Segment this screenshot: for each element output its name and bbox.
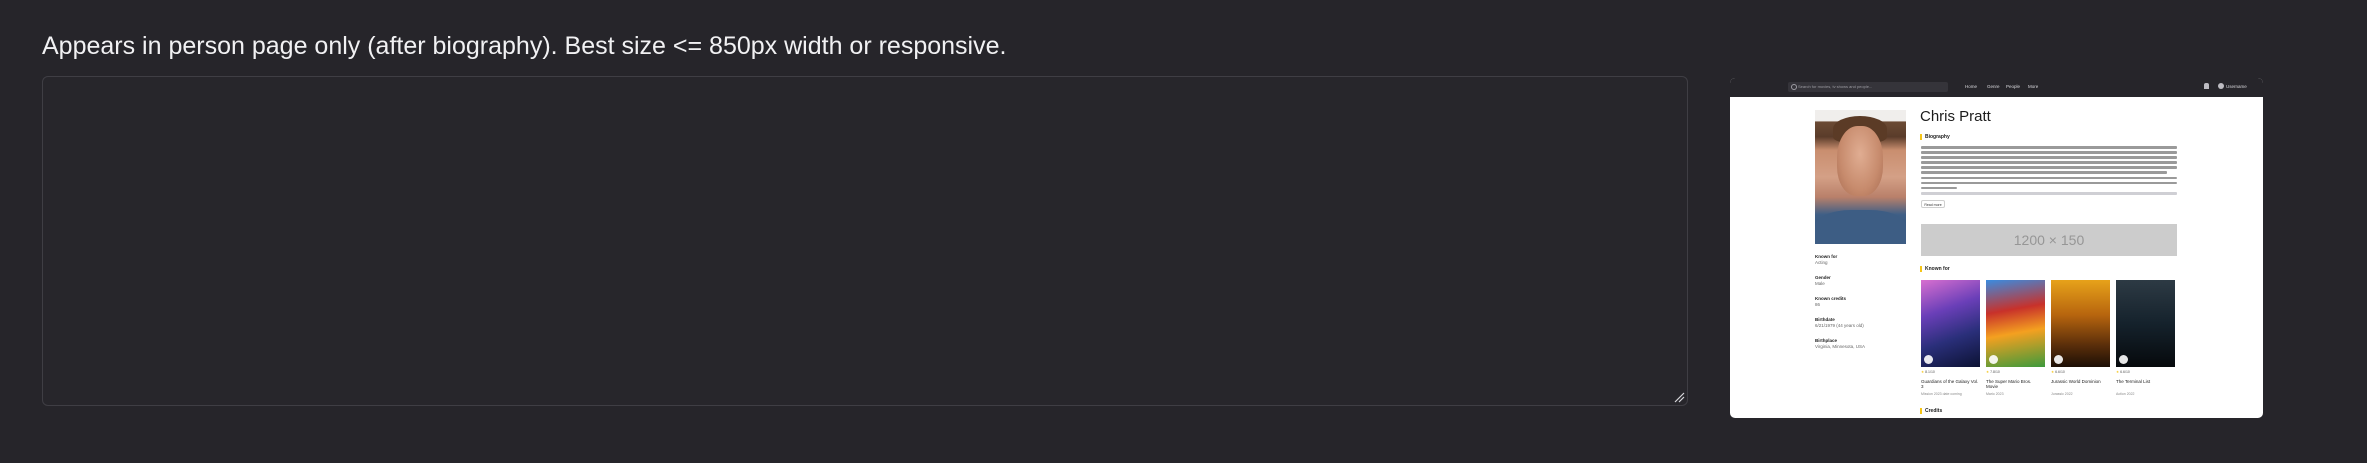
movie-year: Mario 2023 xyxy=(1986,392,2004,396)
play-icon xyxy=(2119,355,2128,364)
movie-title: The Super Mario Bros. Movie xyxy=(1986,379,2032,390)
side-info-known-for: Known for Acting xyxy=(1815,254,1838,265)
movie-rating: ★ 7.8/10 xyxy=(1986,370,2000,374)
resize-handle-icon[interactable] xyxy=(1673,391,1685,403)
movie-title: Jurassic World Dominion xyxy=(2051,379,2101,384)
known-for-heading: Known for xyxy=(1920,266,1950,272)
preview-thumbnail[interactable]: Search for movies, tv shows and people..… xyxy=(1730,78,2263,418)
bell-icon xyxy=(2204,83,2209,89)
preview-username: Username xyxy=(2226,84,2247,89)
movie-rating: ★ 6.6/10 xyxy=(2116,370,2130,374)
biography-heading: Biography xyxy=(1920,134,1950,140)
movie-title: Guardians of the Galaxy Vol. 3 xyxy=(1921,379,1979,390)
biography-text xyxy=(1921,146,2177,197)
movie-poster xyxy=(1986,280,2045,367)
play-icon xyxy=(1989,355,1998,364)
movie-poster xyxy=(2116,280,2175,367)
ad-placeholder: 1200 × 150 xyxy=(1921,224,2177,256)
movie-year: Mission 2023 date coming xyxy=(1921,392,1962,396)
person-photo xyxy=(1815,110,1906,244)
person-name: Chris Pratt xyxy=(1920,108,1991,125)
movie-poster xyxy=(2051,280,2110,367)
preview-nav-genre: Genre xyxy=(1987,84,2000,89)
preview-topbar: Search for movies, tv shows and people..… xyxy=(1730,78,2263,97)
side-info-birthdate: Birthdate 6/21/1979 (44 years old) xyxy=(1815,317,1864,328)
preview-nav-people: People xyxy=(2006,84,2021,89)
play-icon xyxy=(1924,355,1933,364)
movie-rating: ★ 8.1/10 xyxy=(1921,370,1935,374)
movie-rating: ★ 6.6/10 xyxy=(2051,370,2065,374)
credits-heading: Credits xyxy=(1920,408,1942,414)
section-heading: Appears in person page only (after biogr… xyxy=(42,32,1007,60)
preview-nav-home: Home xyxy=(1965,84,1978,89)
preview-search-input: Search for movies, tv shows and people..… xyxy=(1788,82,1948,92)
side-info-gender: Gender Male xyxy=(1815,275,1831,286)
preview-nav-more: More xyxy=(2028,84,2039,89)
play-icon xyxy=(2054,355,2063,364)
user-icon xyxy=(2218,83,2224,89)
html-code-textarea[interactable] xyxy=(42,76,1688,406)
movie-year: Action 2022 xyxy=(2116,392,2135,396)
side-info-birthplace: Birthplace Virginia, Minnesota, USA xyxy=(1815,338,1865,349)
read-more-button: Read more xyxy=(1921,200,1945,208)
side-info-known-credits: Known credits 86 xyxy=(1815,296,1847,307)
search-icon xyxy=(1791,84,1797,90)
movie-year: Jurassic 2022 xyxy=(2051,392,2073,396)
movie-title: The Terminal List xyxy=(2116,379,2151,384)
movie-poster xyxy=(1921,280,1980,367)
